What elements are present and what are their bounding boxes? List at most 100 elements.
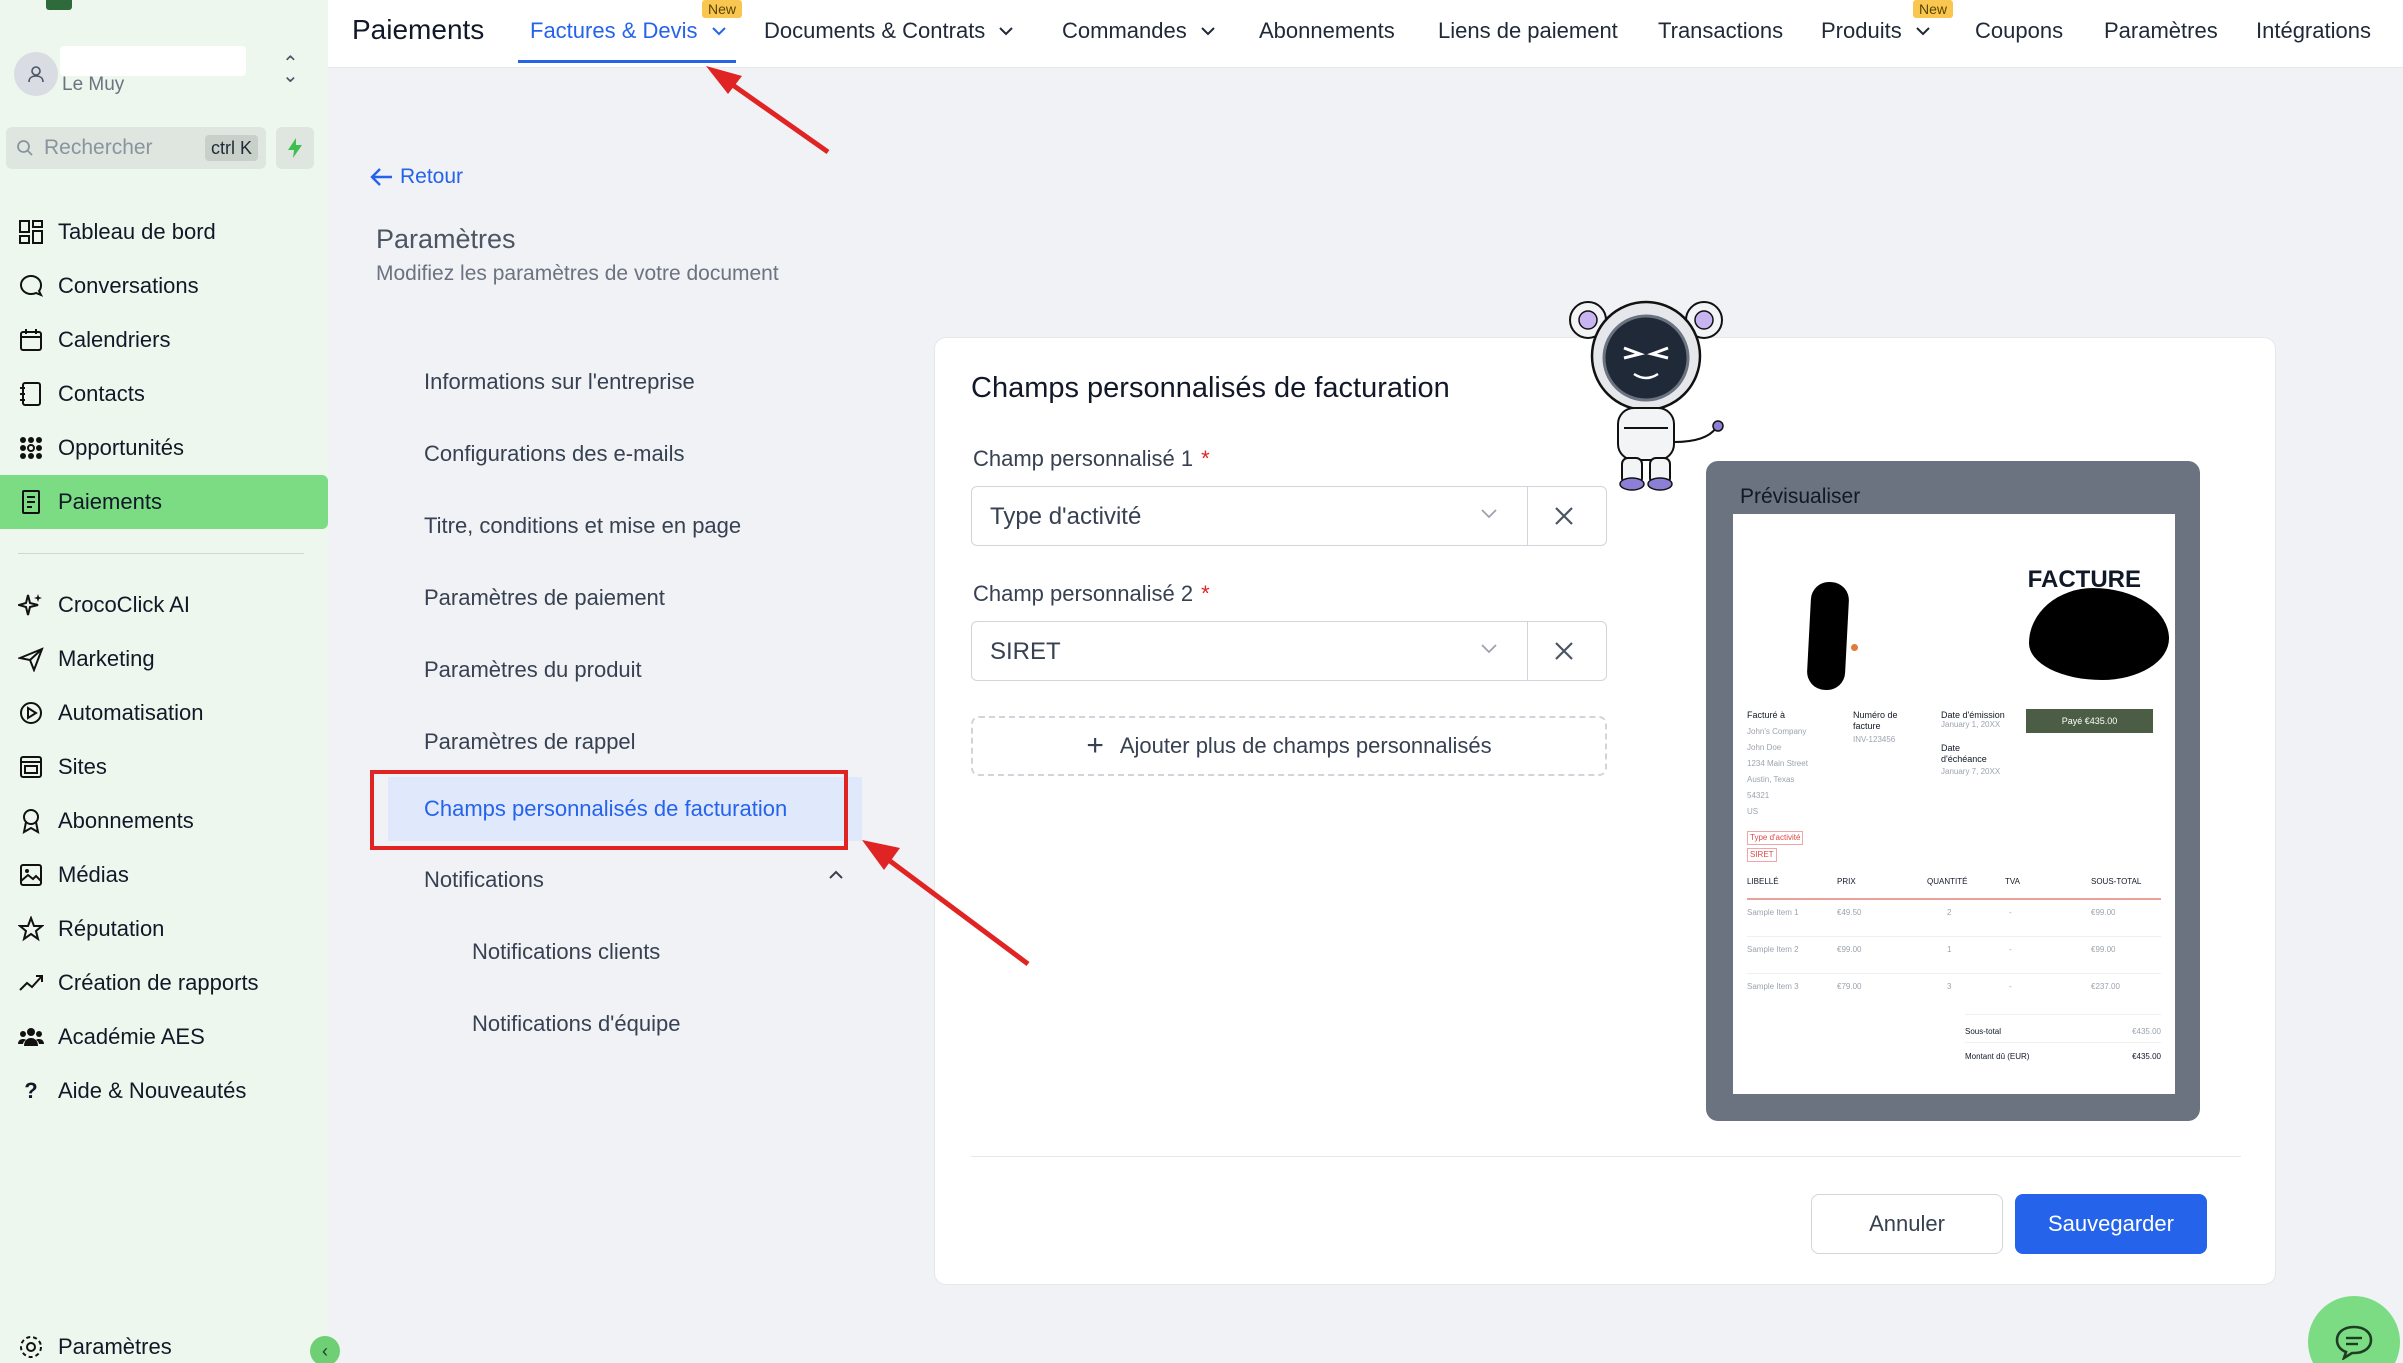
preview-label: Prévisualiser: [1740, 485, 1861, 508]
tab-orders[interactable]: Commandes: [1062, 18, 1215, 44]
tab-label: Produits: [1821, 18, 1902, 43]
sidebar-item-dashboard[interactable]: Tableau de bord: [0, 205, 328, 259]
amount-due-value: €435.00: [2132, 1052, 2161, 1061]
tab-settings[interactable]: Paramètres: [2104, 18, 2218, 44]
settings-item-label: Paramètres de paiement: [424, 585, 665, 610]
help-icon: ?: [24, 1078, 38, 1103]
row-divider: [1747, 936, 2161, 937]
account-switcher[interactable]: Le Muy ⌃ ⌄: [12, 46, 312, 102]
sidebar-item-opportunities[interactable]: Opportunités: [0, 421, 328, 475]
tab-transactions[interactable]: Transactions: [1658, 18, 1783, 44]
sidebar-item-reporting[interactable]: Création de rapports: [0, 956, 328, 1010]
sidebar-item-label: Marketing: [58, 646, 155, 671]
tab-label: Factures & Devis: [530, 18, 698, 43]
preview-custom-field-2: SIRET: [1747, 848, 1777, 862]
tab-label: Abonnements: [1259, 18, 1395, 43]
tab-documents-contracts[interactable]: Documents & Contrats: [764, 18, 1014, 44]
brand-logo: [46, 0, 72, 10]
settings-item-label: Paramètres de rappel: [424, 729, 636, 754]
tab-payment-links[interactable]: Liens de paiement: [1438, 18, 1618, 44]
sidebar-item-conversations[interactable]: Conversations: [0, 259, 328, 313]
sidebar-item-sites[interactable]: Sites: [0, 740, 328, 794]
row-divider: [1747, 973, 2161, 974]
custom-field-1-select[interactable]: Type d'activité: [971, 486, 1607, 546]
sidebar-collapse-button[interactable]: ‹: [310, 1336, 340, 1363]
redacted-company: [2029, 588, 2169, 680]
tab-label: Commandes: [1062, 18, 1187, 43]
sidebar-item-help[interactable]: ? Aide & Nouveautés: [0, 1064, 328, 1118]
tab-integrations[interactable]: Intégrations: [2256, 18, 2371, 44]
sidebar-item-calendars[interactable]: Calendriers: [0, 313, 328, 367]
settings-item-reminder-settings[interactable]: Paramètres de rappel: [372, 710, 862, 774]
sidebar-item-label: Contacts: [58, 381, 145, 406]
gear-icon: [16, 1332, 46, 1362]
settings-item-payment-settings[interactable]: Paramètres de paiement: [372, 566, 862, 630]
chevron-updown-icon[interactable]: ⌃ ⌄: [282, 54, 299, 86]
row-tax: -: [2009, 945, 2012, 954]
issue-date: January 1, 20XX: [1941, 720, 2001, 729]
quick-action-button[interactable]: [276, 127, 314, 169]
sidebar-item-marketing[interactable]: Marketing: [0, 632, 328, 686]
settings-item-label: Paramètres du produit: [424, 657, 642, 682]
sidebar-item-label: Création de rapports: [58, 970, 259, 995]
sidebar-item-label: Aide & Nouveautés: [58, 1078, 247, 1103]
settings-item-email-config[interactable]: Configurations des e-mails: [372, 422, 862, 486]
sidebar-item-contacts[interactable]: Contacts: [0, 367, 328, 421]
sidebar-item-label: Réputation: [58, 916, 165, 941]
tab-invoices-quotes[interactable]: Factures & Devis New: [530, 0, 743, 44]
sidebar-item-label: Opportunités: [58, 435, 184, 460]
tab-subscriptions[interactable]: Abonnements: [1259, 18, 1395, 44]
search-shortcut: ctrl K: [204, 135, 258, 161]
close-icon[interactable]: [1552, 639, 1576, 663]
sidebar-item-memberships[interactable]: Abonnements: [0, 794, 328, 848]
chevron-up-icon: [829, 870, 843, 879]
chat-support-button[interactable]: [2308, 1296, 2400, 1363]
page-subtitle: Modifiez les paramètres de votre documen…: [376, 262, 779, 285]
sidebar-item-crococlick-ai[interactable]: CrocoClick AI: [0, 578, 328, 632]
select-divider: [1527, 487, 1528, 545]
image-icon: [16, 860, 46, 890]
column-header: TVA: [2005, 877, 2020, 886]
sidebar-item-automation[interactable]: Automatisation: [0, 686, 328, 740]
select-value: SIRET: [990, 638, 1061, 665]
add-custom-fields-button[interactable]: + Ajouter plus de champs personnalisés: [971, 716, 1607, 776]
sidebar-divider: [18, 553, 304, 554]
tab-label: Liens de paiement: [1438, 18, 1618, 43]
custom-field-2-select[interactable]: SIRET: [971, 621, 1607, 681]
tab-coupons[interactable]: Coupons: [1975, 18, 2063, 44]
sidebar-item-academy[interactable]: Académie AES: [0, 1010, 328, 1064]
back-link[interactable]: Retour: [370, 165, 463, 189]
cancel-button[interactable]: Annuler: [1811, 1194, 2003, 1254]
sidebar-item-payments[interactable]: Paiements: [0, 475, 328, 529]
app-root: Le Muy ⌃ ⌄ Rechercher ctrl K Tableau de b…: [0, 0, 2403, 1363]
row-divider: [1965, 1014, 2161, 1015]
chevron-down-icon: [1916, 27, 1930, 36]
award-icon: [16, 806, 46, 836]
close-icon[interactable]: [1552, 504, 1576, 528]
row-tax: -: [2009, 908, 2012, 917]
contacts-icon: [16, 379, 46, 409]
search-input[interactable]: Rechercher ctrl K: [6, 127, 266, 169]
sidebar-item-media[interactable]: Médias: [0, 848, 328, 902]
column-header: PRIX: [1837, 877, 1856, 886]
row-price: €99.00: [1837, 945, 1862, 954]
redacted-logo: [1806, 581, 1850, 691]
billed-to-address: John's Company John Doe 1234 Main Street…: [1747, 724, 1808, 820]
row-qty: 2: [1947, 908, 1952, 917]
save-button[interactable]: Sauvegarder: [2015, 1194, 2207, 1254]
tab-products[interactable]: Produits New: [1821, 0, 1954, 44]
settings-item-product-settings[interactable]: Paramètres du produit: [372, 638, 862, 702]
sidebar-item-reputation[interactable]: Réputation: [0, 902, 328, 956]
settings-item-label: Notifications clients: [472, 939, 661, 964]
settings-item-team-notifications[interactable]: Notifications d'équipe: [372, 992, 862, 1056]
settings-item-company-info[interactable]: Informations sur l'entreprise: [372, 350, 862, 414]
settings-item-notifications[interactable]: Notifications: [372, 848, 862, 912]
search-placeholder: Rechercher: [44, 136, 153, 159]
account-name-redacted: [60, 46, 246, 76]
sidebar-item-settings[interactable]: Paramètres: [0, 1320, 328, 1363]
settings-item-title-terms-layout[interactable]: Titre, conditions et mise en page: [372, 494, 862, 558]
tab-label: Paramètres: [2104, 18, 2218, 43]
settings-item-client-notifications[interactable]: Notifications clients: [372, 920, 862, 984]
sidebar-item-label: Conversations: [58, 273, 199, 298]
select-divider: [1527, 622, 1528, 680]
